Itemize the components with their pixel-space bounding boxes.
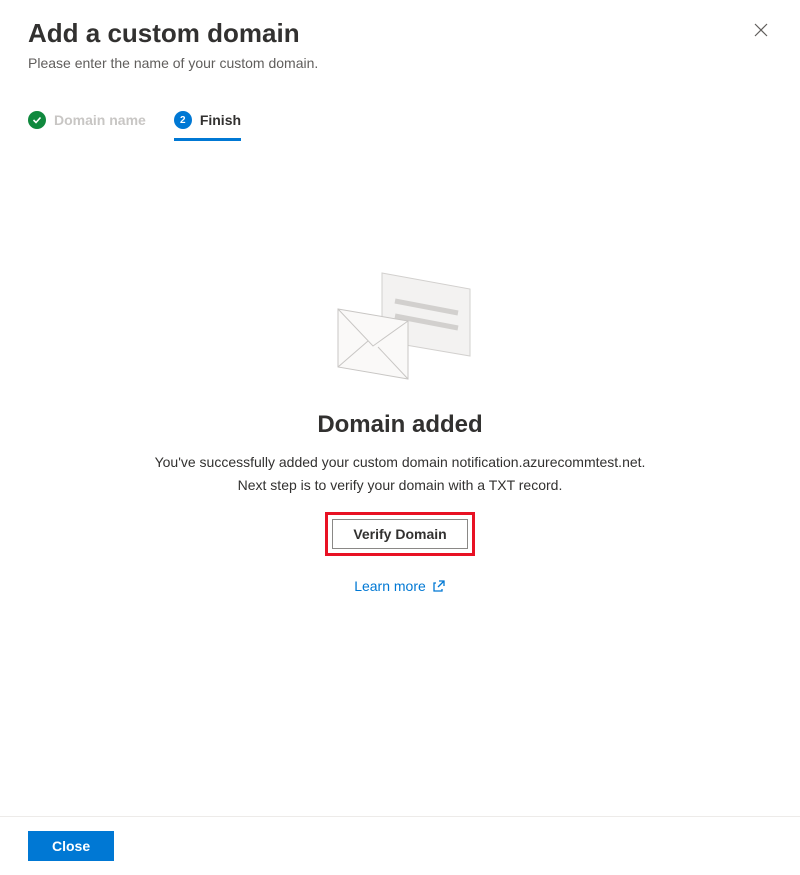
step-domain-name[interactable]: Domain name <box>28 111 146 141</box>
learn-more-link[interactable]: Learn more <box>354 578 446 594</box>
panel-footer: Close <box>0 816 800 875</box>
envelope-illustration <box>320 261 480 391</box>
external-link-icon <box>432 579 446 593</box>
close-icon[interactable] <box>750 18 772 44</box>
close-button[interactable]: Close <box>28 831 114 861</box>
verify-domain-button[interactable]: Verify Domain <box>332 519 467 549</box>
step-finish[interactable]: 2 Finish <box>174 111 241 141</box>
step-label: Finish <box>200 112 241 128</box>
success-heading: Domain added <box>317 411 482 439</box>
step-number-icon: 2 <box>174 111 192 129</box>
step-label: Domain name <box>54 112 146 128</box>
checkmark-icon <box>28 111 46 129</box>
highlight-annotation: Verify Domain <box>325 512 474 556</box>
wizard-steps: Domain name 2 Finish <box>28 111 772 141</box>
panel-title: Add a custom domain <box>28 18 318 49</box>
panel-subtitle: Please enter the name of your custom dom… <box>28 55 318 71</box>
success-message: You've successfully added your custom do… <box>155 451 646 496</box>
